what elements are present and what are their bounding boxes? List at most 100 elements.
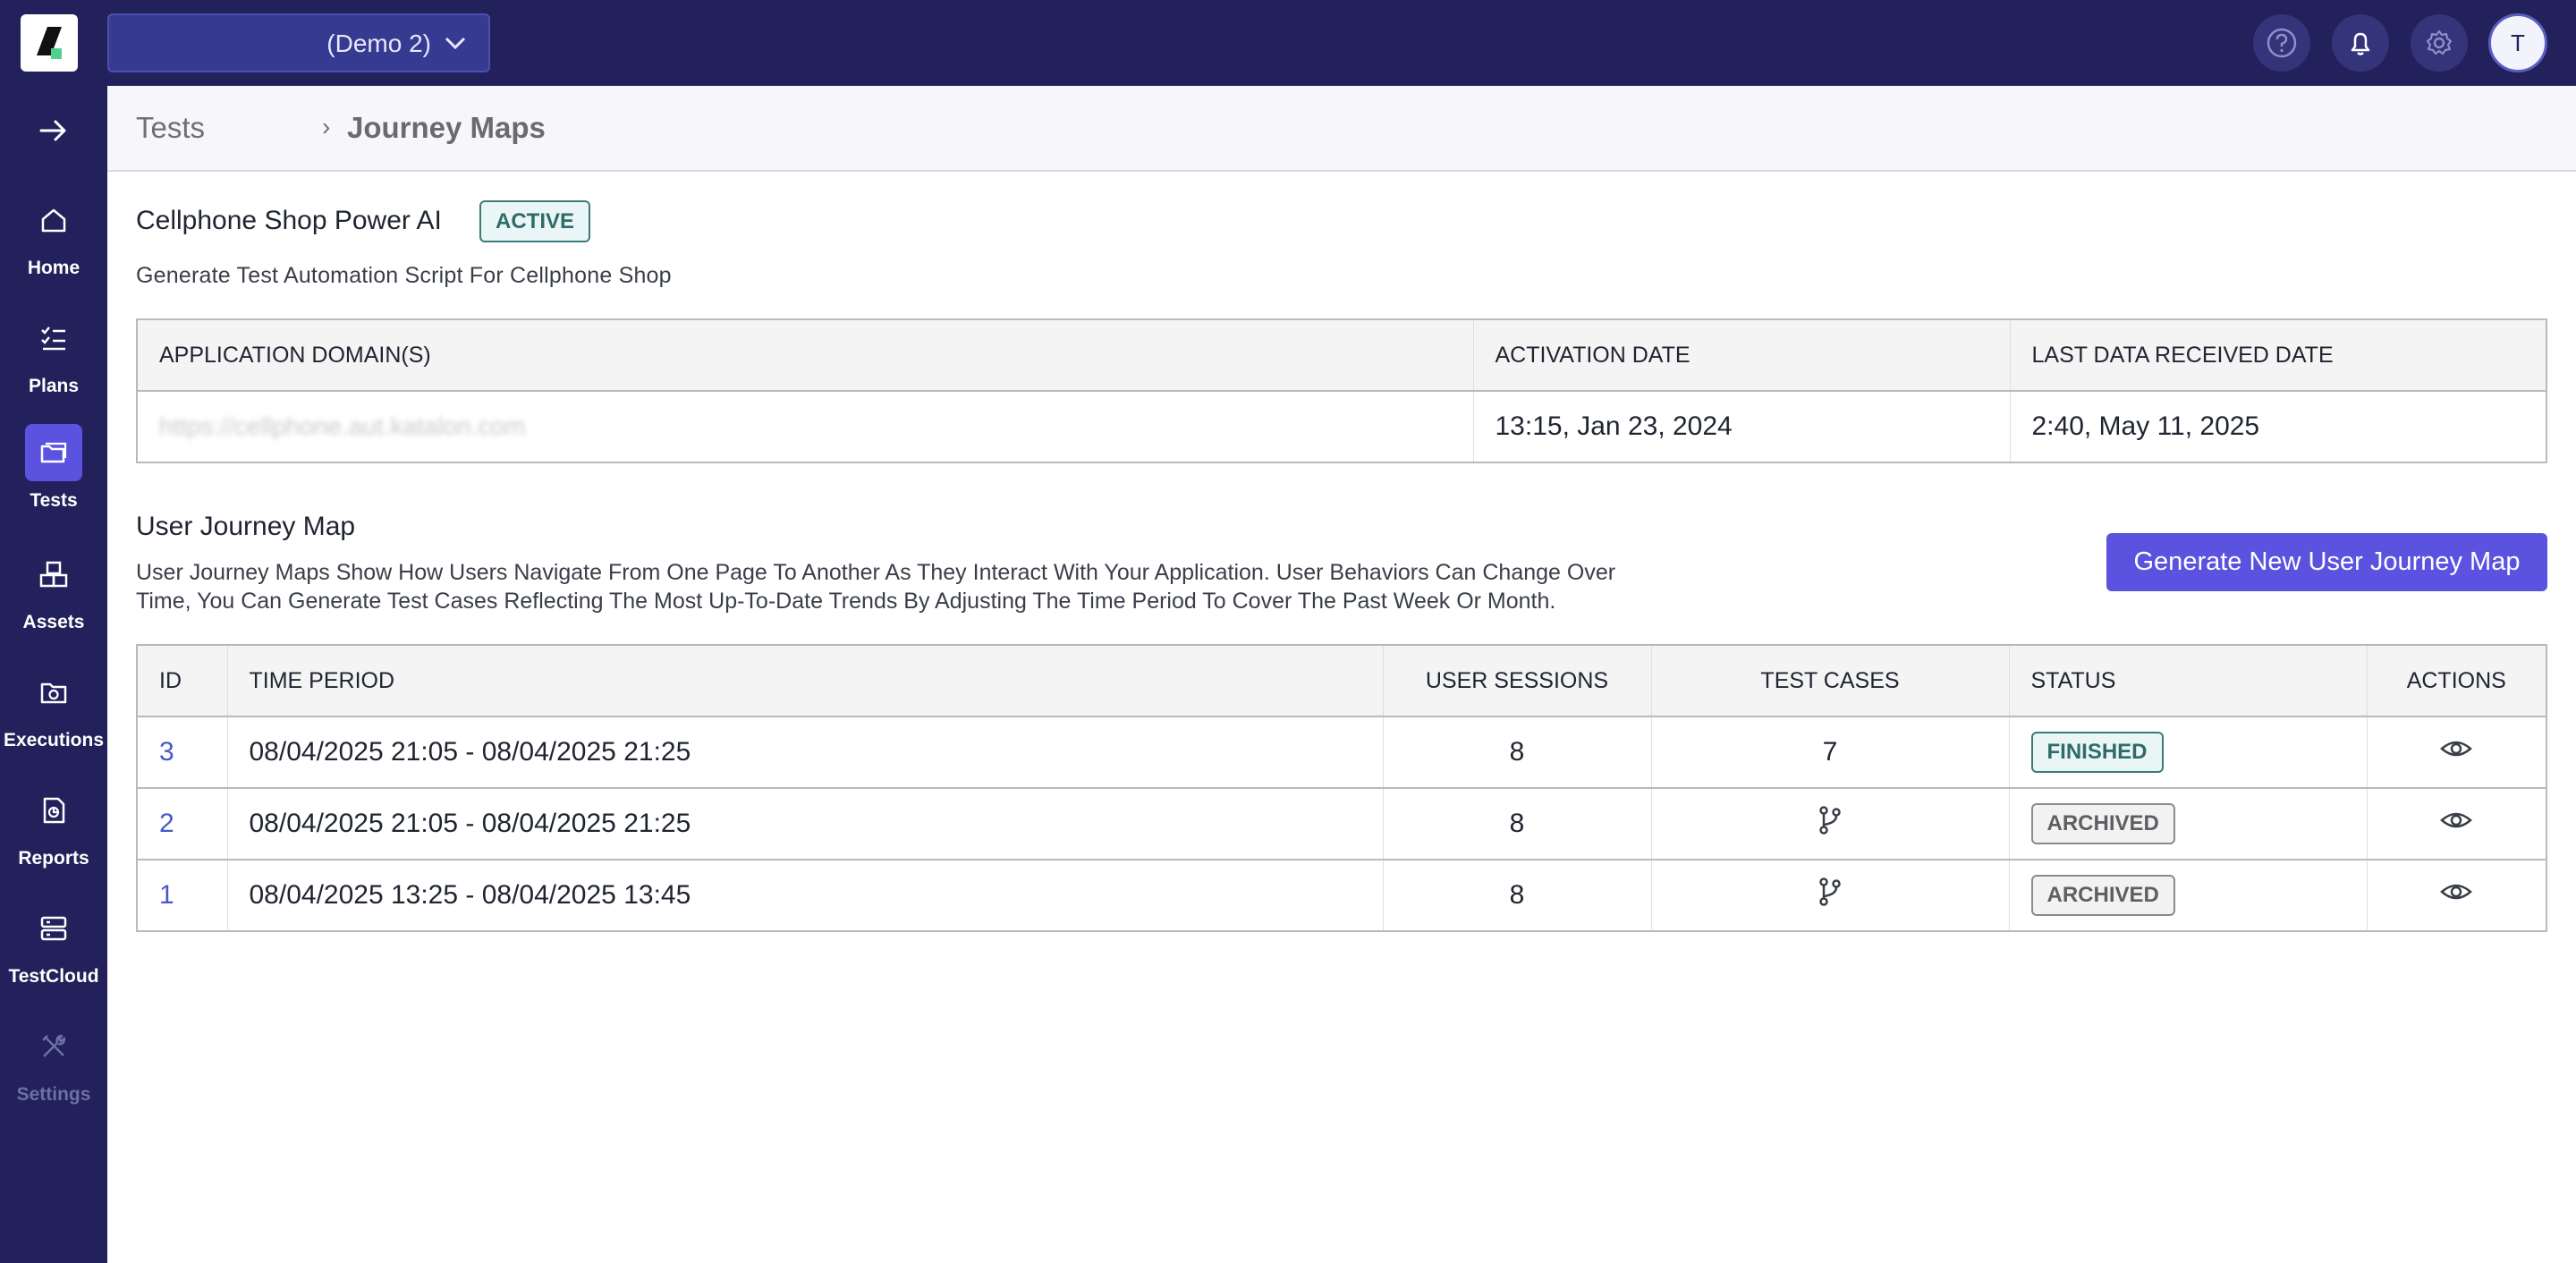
test-cases-cell bbox=[1650, 787, 2010, 860]
eye-icon[interactable] bbox=[2439, 736, 2473, 761]
breadcrumb: Tests › Journey Maps bbox=[107, 86, 2576, 172]
sidebar-item-tests[interactable]: Tests bbox=[0, 424, 107, 522]
column-header: STATUS bbox=[2008, 644, 2368, 717]
tools-icon-wrap bbox=[25, 1018, 82, 1075]
boxes-icon bbox=[39, 561, 68, 588]
git-branch-icon[interactable] bbox=[1816, 805, 1844, 835]
server-icon-wrap bbox=[25, 900, 82, 957]
boxes-icon-wrap bbox=[25, 546, 82, 603]
status-badge: FINISHED bbox=[2030, 732, 2164, 773]
sidebar-item-home[interactable]: Home bbox=[0, 191, 107, 290]
checklist-icon-wrap bbox=[25, 309, 82, 367]
id-cell: 3 bbox=[136, 716, 228, 789]
app-description: Generate Test Automation Script For Cell… bbox=[136, 263, 672, 288]
avatar[interactable]: T bbox=[2488, 13, 2547, 72]
sidebar-item-label: Tests bbox=[30, 490, 78, 511]
status-cell: ARCHIVED bbox=[2008, 859, 2368, 932]
id-cell: 2 bbox=[136, 787, 228, 860]
test-cases-cell: 7 bbox=[1650, 716, 2010, 789]
eye-icon[interactable] bbox=[2439, 879, 2473, 904]
expand-sidebar-icon[interactable] bbox=[36, 113, 72, 148]
column-header: ACTIVATION DATE bbox=[1472, 318, 2011, 392]
actions-cell bbox=[2366, 716, 2547, 789]
help-button[interactable] bbox=[2253, 14, 2310, 72]
journey-id-link[interactable]: 1 bbox=[159, 880, 174, 910]
gear-icon bbox=[2426, 30, 2453, 55]
user-sessions-cell: 8 bbox=[1382, 787, 1652, 860]
sidebar-item-executions[interactable]: Executions bbox=[0, 664, 107, 762]
section-title: User Journey Map bbox=[136, 512, 356, 541]
folder-icon bbox=[40, 442, 67, 463]
settings-button[interactable] bbox=[2411, 14, 2468, 72]
execution-folder-icon bbox=[40, 682, 67, 704]
report-icon bbox=[43, 797, 65, 824]
sidebar-item-label: Plans bbox=[28, 376, 80, 396]
actions-cell bbox=[2366, 787, 2547, 860]
sidebar: Home Plans Tests Assets Executions Repor… bbox=[0, 86, 107, 1263]
sidebar-item-label: Assets bbox=[22, 612, 85, 632]
logo[interactable] bbox=[21, 14, 78, 72]
time-period-cell: 08/04/2025 21:05 - 08/04/2025 21:25 bbox=[226, 716, 1384, 789]
sidebar-item-assets[interactable]: Assets bbox=[0, 546, 107, 644]
table-row: 3 08/04/2025 21:05 - 08/04/2025 21:25 8 … bbox=[136, 716, 2547, 789]
time-period-cell: 08/04/2025 21:05 - 08/04/2025 21:25 bbox=[226, 787, 1384, 860]
domain-table: APPLICATION DOMAIN(S) ACTIVATION DATE LA… bbox=[136, 318, 2547, 463]
sidebar-item-testcloud[interactable]: TestCloud bbox=[0, 900, 107, 998]
checklist-icon bbox=[41, 326, 65, 351]
home-icon bbox=[41, 208, 66, 233]
table-row: 1 08/04/2025 13:25 - 08/04/2025 13:45 8 … bbox=[136, 859, 2547, 932]
table-header-row: ID TIME PERIOD USER SESSIONS TEST CASES … bbox=[136, 644, 2547, 717]
project-name: (Demo 2) bbox=[326, 30, 431, 57]
eye-icon[interactable] bbox=[2439, 808, 2473, 833]
column-header: APPLICATION DOMAIN(S) bbox=[136, 318, 1474, 392]
domain-cell: https://cellphone.aut.katalon.com bbox=[136, 390, 1474, 463]
status-cell: FINISHED bbox=[2008, 716, 2368, 789]
chevron-down-icon bbox=[445, 37, 466, 50]
notifications-button[interactable] bbox=[2332, 14, 2389, 72]
section-description-line: User Journey Maps Show How Users Navigat… bbox=[136, 560, 1616, 585]
sidebar-item-label: Executions bbox=[3, 730, 105, 750]
sidebar-item-label: Reports bbox=[18, 848, 89, 869]
home-icon-wrap bbox=[25, 191, 82, 249]
user-sessions-cell: 8 bbox=[1382, 716, 1652, 789]
actions-cell bbox=[2366, 859, 2547, 932]
table-row: 2 08/04/2025 21:05 - 08/04/2025 21:25 8 … bbox=[136, 787, 2547, 860]
sidebar-item-label: Settings bbox=[16, 1084, 91, 1105]
sidebar-item-label: TestCloud bbox=[8, 966, 99, 987]
table-header-row: APPLICATION DOMAIN(S) ACTIVATION DATE LA… bbox=[136, 318, 2547, 392]
last-data-date-cell: 2:40, May 11, 2025 bbox=[2009, 390, 2547, 463]
generate-journey-map-button[interactable]: Generate New User Journey Map bbox=[2106, 533, 2547, 591]
status-badge: ACTIVE bbox=[479, 200, 591, 242]
server-icon bbox=[40, 916, 67, 941]
sidebar-item-plans[interactable]: Plans bbox=[0, 309, 107, 408]
journey-id-link[interactable]: 2 bbox=[159, 809, 174, 838]
top-bar: (Demo 2) T bbox=[0, 0, 2576, 86]
tools-icon bbox=[42, 1034, 66, 1057]
test-cases-cell bbox=[1650, 859, 2010, 932]
sidebar-item-settings[interactable]: Settings bbox=[0, 1018, 107, 1116]
column-header: USER SESSIONS bbox=[1382, 644, 1652, 717]
git-branch-icon[interactable] bbox=[1816, 877, 1844, 907]
help-icon bbox=[2267, 28, 2297, 58]
report-icon-wrap bbox=[25, 782, 82, 839]
table-row: https://cellphone.aut.katalon.com 13:15,… bbox=[136, 390, 2547, 463]
project-selector[interactable]: (Demo 2) bbox=[107, 13, 490, 72]
journey-id-link[interactable]: 3 bbox=[159, 737, 174, 767]
execution-folder-icon-wrap bbox=[25, 664, 82, 721]
sidebar-item-reports[interactable]: Reports bbox=[0, 782, 107, 880]
section-description: User Journey Maps Show How Users Navigat… bbox=[136, 558, 1818, 615]
logo-icon bbox=[37, 27, 62, 59]
time-period-cell: 08/04/2025 13:25 - 08/04/2025 13:45 bbox=[226, 859, 1384, 932]
folder-icon-wrap bbox=[25, 424, 82, 481]
id-cell: 1 bbox=[136, 859, 228, 932]
column-header: TEST CASES bbox=[1650, 644, 2010, 717]
page-title: Cellphone Shop Power AI bbox=[136, 206, 442, 235]
section-description-line: Time, You Can Generate Test Cases Reflec… bbox=[136, 589, 1556, 614]
bell-icon bbox=[2351, 32, 2370, 55]
sidebar-item-label: Home bbox=[27, 258, 80, 278]
user-sessions-cell: 8 bbox=[1382, 859, 1652, 932]
breadcrumb-current: Journey Maps bbox=[347, 111, 546, 144]
column-header: ID bbox=[136, 644, 228, 717]
breadcrumb-tests-link[interactable]: Tests bbox=[136, 111, 205, 145]
domain-value: https://cellphone.aut.katalon.com bbox=[159, 412, 526, 440]
